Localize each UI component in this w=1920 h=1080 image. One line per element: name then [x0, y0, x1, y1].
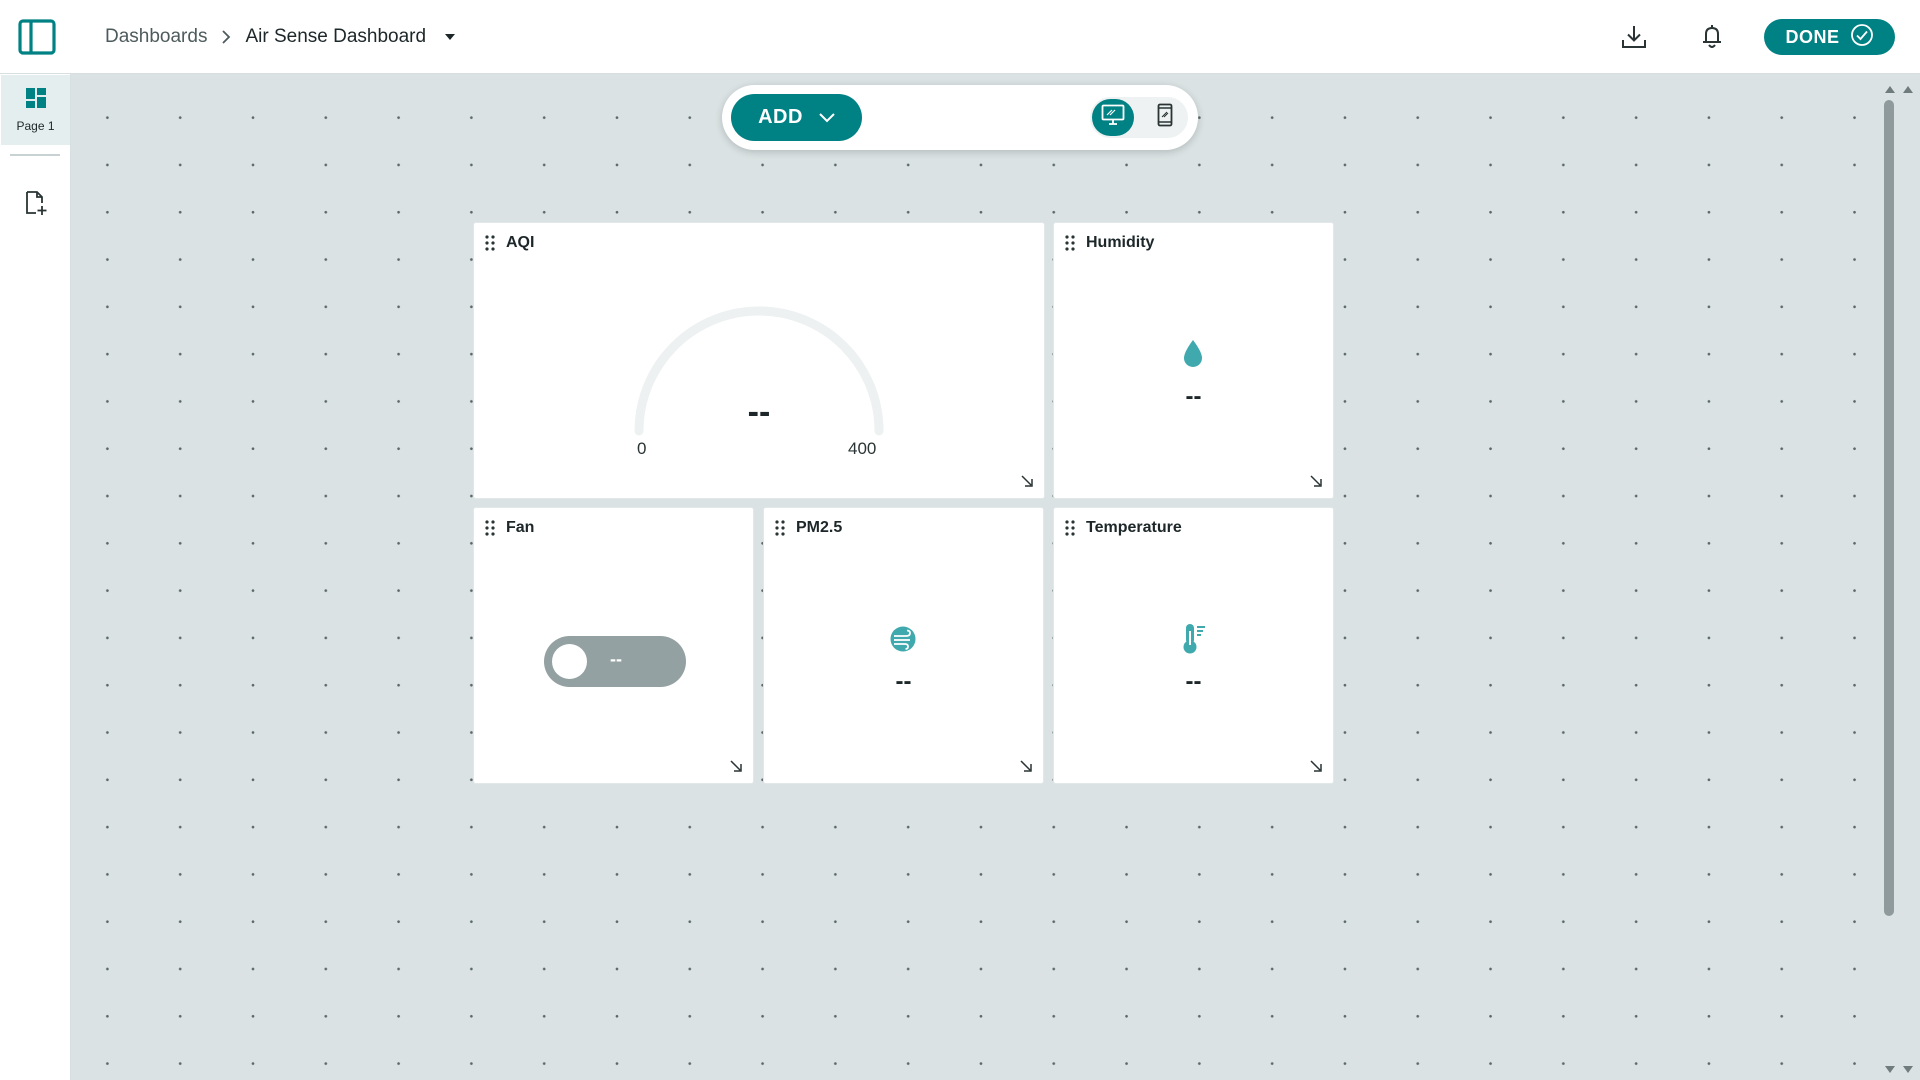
desktop-icon: [1101, 104, 1125, 131]
widget-title: Humidity: [1086, 234, 1155, 251]
breadcrumb-dashboards-link[interactable]: Dashboards: [105, 26, 207, 48]
drag-handle-icon[interactable]: [1064, 519, 1076, 537]
desktop-view-button[interactable]: [1092, 99, 1134, 136]
caret-down-icon[interactable]: [444, 33, 456, 41]
check-circle-icon: [1850, 23, 1874, 52]
breadcrumb: Dashboards Air Sense Dashboard: [105, 24, 456, 50]
switch-knob: [552, 644, 587, 679]
mobile-icon: [1157, 103, 1173, 132]
widget-header: PM2.5: [774, 517, 842, 539]
pm25-value: --: [895, 668, 912, 695]
view-mode-toggle: [1090, 97, 1188, 138]
page-tab-label: Page 1: [16, 118, 55, 133]
done-button-label: DONE: [1785, 26, 1840, 47]
drag-handle-icon[interactable]: [484, 519, 496, 537]
scrollbar-thumb[interactable]: [1884, 100, 1894, 916]
page-sidebar: Page 1: [0, 74, 71, 1080]
top-bar: Dashboards Air Sense Dashboard DONE: [0, 0, 1920, 74]
widget-header: Fan: [484, 517, 534, 539]
widget-header: Humidity: [1064, 232, 1154, 254]
resize-handle-icon[interactable]: [1309, 759, 1323, 773]
resize-handle-icon[interactable]: [729, 759, 743, 773]
gauge-max-label: 400: [848, 439, 877, 458]
widget-toolbar: ADD: [722, 85, 1198, 150]
sidebar-divider: [10, 154, 60, 156]
page-tab-1[interactable]: Page 1: [1, 75, 70, 145]
widget-header: Temperature: [1064, 517, 1182, 539]
water-drop-icon: [1181, 339, 1205, 374]
scroll-up-arrow-icon[interactable]: [1884, 81, 1914, 99]
thermometer-icon: [1181, 623, 1207, 660]
fan-switch-value: --: [610, 649, 622, 669]
drag-handle-icon[interactable]: [1064, 234, 1076, 252]
humidity-value: --: [1185, 383, 1202, 410]
drag-handle-icon[interactable]: [484, 234, 496, 252]
widget-title: Fan: [506, 519, 535, 536]
resize-handle-icon[interactable]: [1309, 474, 1323, 488]
scroll-down-arrow-icon[interactable]: [1884, 1062, 1914, 1080]
done-button[interactable]: DONE: [1764, 19, 1895, 55]
aqi-value: --: [747, 393, 771, 431]
resize-handle-icon[interactable]: [1019, 759, 1033, 773]
widget-title: PM2.5: [796, 519, 843, 536]
mobile-view-button[interactable]: [1144, 99, 1186, 136]
widget-header: AQI: [484, 232, 534, 254]
fan-switch[interactable]: --: [544, 636, 686, 687]
humidity-widget[interactable]: Humidity --: [1054, 223, 1333, 498]
aqi-widget[interactable]: AQI -- 0 400: [474, 223, 1044, 498]
bell-icon[interactable]: [1695, 20, 1729, 54]
temperature-widget[interactable]: Temperature --: [1054, 508, 1333, 783]
air-wind-icon: [889, 625, 917, 658]
vertical-scrollbar[interactable]: [1880, 74, 1920, 1080]
fan-widget[interactable]: Fan --: [474, 508, 753, 783]
add-page-icon[interactable]: [24, 190, 48, 216]
chevron-down-icon: [819, 106, 835, 129]
temperature-value: --: [1185, 668, 1202, 695]
dashboard-grid-icon: [25, 87, 46, 113]
gauge-min-label: 0: [637, 439, 647, 458]
add-button-label: ADD: [758, 106, 803, 128]
download-icon[interactable]: [1617, 20, 1651, 54]
add-widget-button[interactable]: ADD: [731, 94, 862, 141]
chevron-right-icon: [221, 30, 231, 44]
widget-title: Temperature: [1086, 519, 1182, 536]
resize-handle-icon[interactable]: [1020, 474, 1034, 488]
widget-title: AQI: [506, 234, 535, 251]
drag-handle-icon[interactable]: [774, 519, 786, 537]
pm25-widget[interactable]: PM2.5 --: [764, 508, 1043, 783]
dashboard-title: Air Sense Dashboard: [245, 26, 427, 47]
sidebar-toggle-icon[interactable]: [18, 19, 56, 55]
